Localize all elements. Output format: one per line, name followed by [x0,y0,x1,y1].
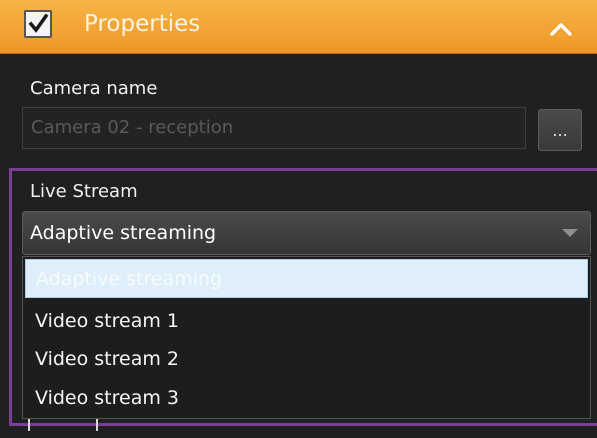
live-stream-selected-value: Adaptive streaming [30,222,217,244]
hidden-control-edge [96,419,98,431]
browse-camera-button[interactable]: ... [538,109,582,151]
camera-name-label: Camera name [30,78,158,99]
stream-option-1[interactable]: Video stream 1 [25,302,588,341]
properties-header[interactable]: Properties [0,0,597,54]
live-stream-dropdown: Adaptive streaming Video stream 1 Video … [22,256,591,419]
collapse-button[interactable] [542,14,580,44]
caret-down-icon [562,229,578,237]
stream-option-adaptive[interactable]: Adaptive streaming [25,259,588,298]
properties-checkbox[interactable] [24,10,52,38]
hidden-control-edge [28,419,30,431]
stream-option-2[interactable]: Video stream 2 [25,340,588,379]
live-stream-select[interactable]: Adaptive streaming [22,211,591,255]
panel-title: Properties [84,11,201,37]
checkmark-icon [28,13,49,33]
camera-name-field[interactable]: Camera 02 - reception [22,107,526,149]
live-stream-label: Live Stream [30,181,138,202]
stream-option-3[interactable]: Video stream 3 [25,379,588,418]
chevron-up-icon [550,23,572,36]
